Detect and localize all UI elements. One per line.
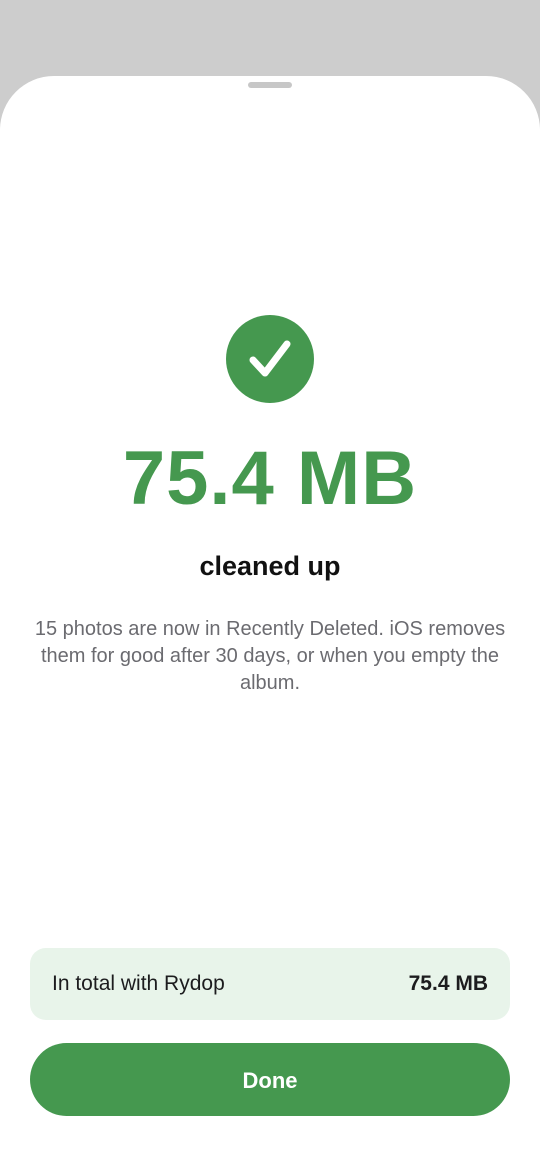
total-label: In total with Rydop <box>52 972 225 995</box>
sheet-grabber-handle[interactable] <box>248 82 292 88</box>
checkmark-circle-icon <box>226 315 314 403</box>
total-summary-card: In total with Rydop 75.4 MB <box>30 948 510 1020</box>
total-value: 75.4 MB <box>408 972 488 995</box>
checkmark-icon <box>249 340 291 377</box>
cleaned-up-subtitle: cleaned up <box>199 551 341 581</box>
done-button[interactable]: Done <box>30 1043 510 1116</box>
success-sheet: 75.4 MB cleaned up 15 photos are now in … <box>0 76 540 1173</box>
recently-deleted-description: 15 photos are now in Recently Deleted. i… <box>34 618 506 694</box>
cleaned-size-headline: 75.4 MB <box>122 436 418 521</box>
